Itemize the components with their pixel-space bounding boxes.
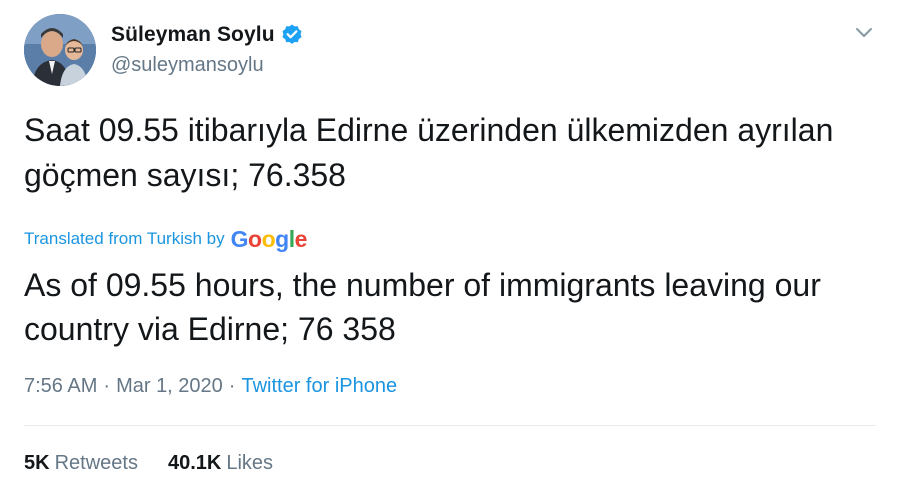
- translation-attribution: Translated from Turkish by Google: [24, 224, 307, 254]
- author-handle[interactable]: @suleymansoylu: [111, 54, 304, 77]
- likes-count: 40.1K: [167, 452, 222, 474]
- display-name[interactable]: Süleyman Soylu: [111, 23, 275, 47]
- avatar[interactable]: [24, 14, 96, 86]
- tweet-time[interactable]: 7:56 AM: [24, 375, 97, 398]
- verified-badge-icon: [280, 23, 304, 47]
- retweets-count: 5K: [24, 452, 50, 474]
- author-block: Süleyman Soylu @suleymansoylu: [111, 22, 304, 77]
- tweet-metadata: 7:56 AM · Mar 1, 2020 · Twitter for iPho…: [24, 375, 397, 398]
- retweets-label: Retweets: [54, 452, 138, 474]
- tweet-stats: 5K Retweets 40.1K Likes: [24, 452, 273, 475]
- likes-stat[interactable]: 40.1K Likes: [168, 452, 273, 475]
- tweet-card: Süleyman Soylu @suleymansoylu Saat 09.55…: [0, 0, 900, 493]
- tweet-source-link[interactable]: Twitter for iPhone: [241, 375, 397, 398]
- translated-from-link[interactable]: Translated from Turkish by: [24, 229, 225, 249]
- likes-label: Likes: [226, 452, 274, 474]
- google-logo: Google: [230, 225, 308, 252]
- author-name-row[interactable]: Süleyman Soylu: [111, 22, 304, 48]
- tweet-text: Saat 09.55 itibarıyla Edirne üzerinden ü…: [24, 112, 834, 193]
- translated-tweet-text: As of 09.55 hours, the number of immigra…: [24, 267, 821, 347]
- divider: [24, 425, 876, 426]
- avatar-photo: [24, 14, 96, 86]
- retweets-stat[interactable]: 5K Retweets: [24, 452, 138, 475]
- meta-separator: ·: [103, 375, 111, 397]
- tweet-date[interactable]: Mar 1, 2020: [116, 375, 223, 398]
- meta-separator: ·: [228, 375, 236, 397]
- chevron-down-icon[interactable]: [852, 22, 876, 44]
